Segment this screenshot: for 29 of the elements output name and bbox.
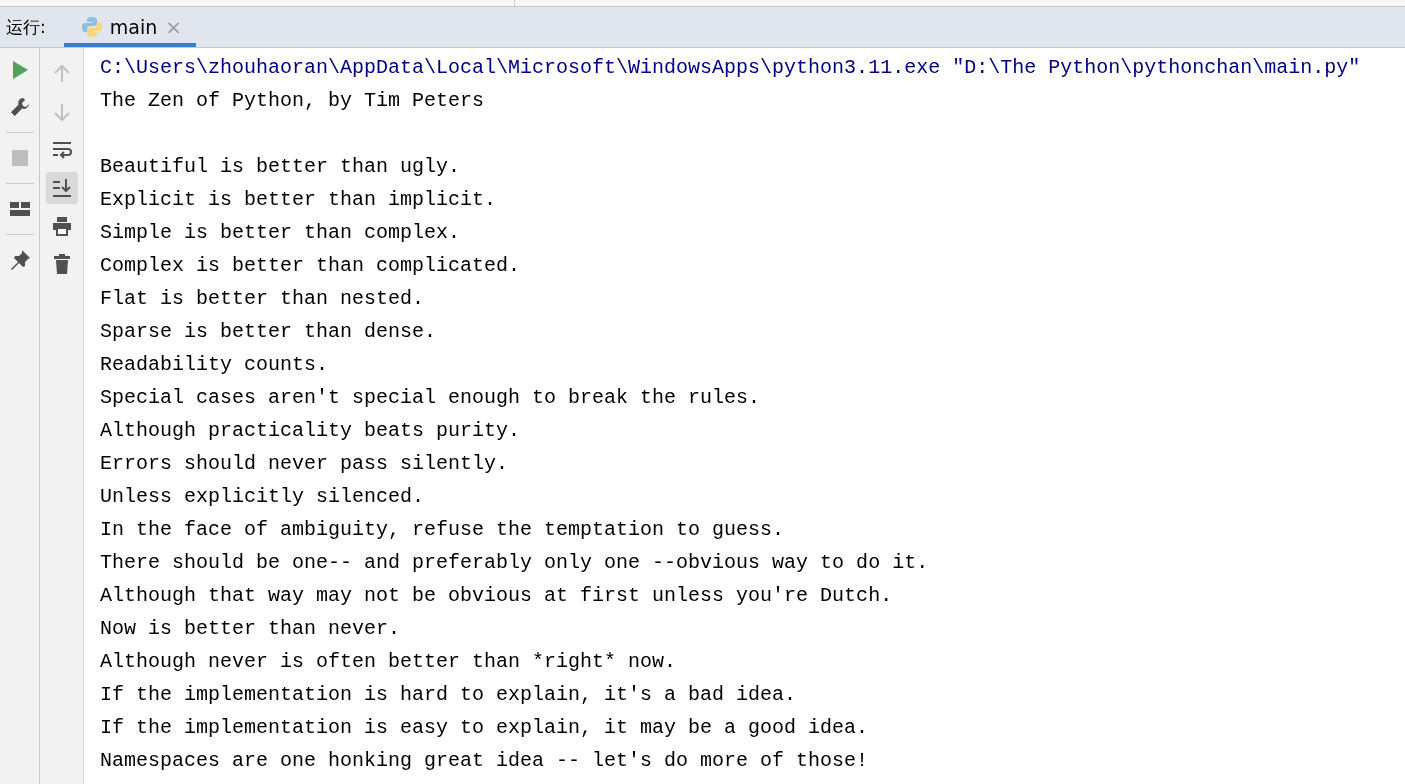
console-line: Although that way may not be obvious at first unless you're Dutch. <box>100 583 894 609</box>
console-line: In the face of ambiguity, refuse the temptation to guess. <box>100 517 786 543</box>
printer-icon <box>50 215 73 237</box>
console-line: Complex is better than complicated. <box>100 253 522 279</box>
console-line: Errors should never pass silently. <box>100 451 510 477</box>
console-line: Unless explicitly silenced. <box>100 484 426 510</box>
console-line: There should be one-- and preferably only one --obvious way to do it. <box>100 550 930 576</box>
console-line: If the implementation is hard to explain, it's a bad idea. <box>100 682 798 708</box>
console-line: C:\Users\zhouhaoran\AppData\Local\Microsoft\WindowsApps\python3.11.exe "D:\The Python\pythonchan\main.py" <box>100 55 1362 81</box>
console-line: Namespaces are one honking great idea -- let's do more of those! <box>100 748 870 774</box>
console-line: If the implementation is easy to explain, it may be a good idea. <box>100 715 870 741</box>
console-line: The Zen of Python, by Tim Peters <box>100 88 486 114</box>
console-line: Sparse is better than dense. <box>100 319 438 345</box>
console-line: Although practicality beats purity. <box>100 418 522 444</box>
run-tab[interactable]: main × <box>63 7 196 47</box>
python-icon <box>81 16 102 38</box>
console-line: Now is better than never. <box>100 616 402 642</box>
console-line: Although never is often better than *right* now. <box>100 649 678 675</box>
wrap-icon <box>50 139 73 161</box>
console-line: Beautiful is better than ugly. <box>100 154 462 180</box>
toolbar-button[interactable] <box>45 172 78 204</box>
tab-label: main <box>109 16 158 38</box>
console-line: Explicit is better than implicit. <box>100 187 498 213</box>
console-line: Simple is better than complex. <box>100 220 462 246</box>
run-label: 运行: <box>6 15 46 39</box>
console-line: Special cases aren't special enough to break the rules. <box>100 385 762 411</box>
scroll-end-icon <box>50 177 73 199</box>
console-line: Flat is better than nested. <box>100 286 426 312</box>
console-line: Readability counts. <box>100 352 330 378</box>
